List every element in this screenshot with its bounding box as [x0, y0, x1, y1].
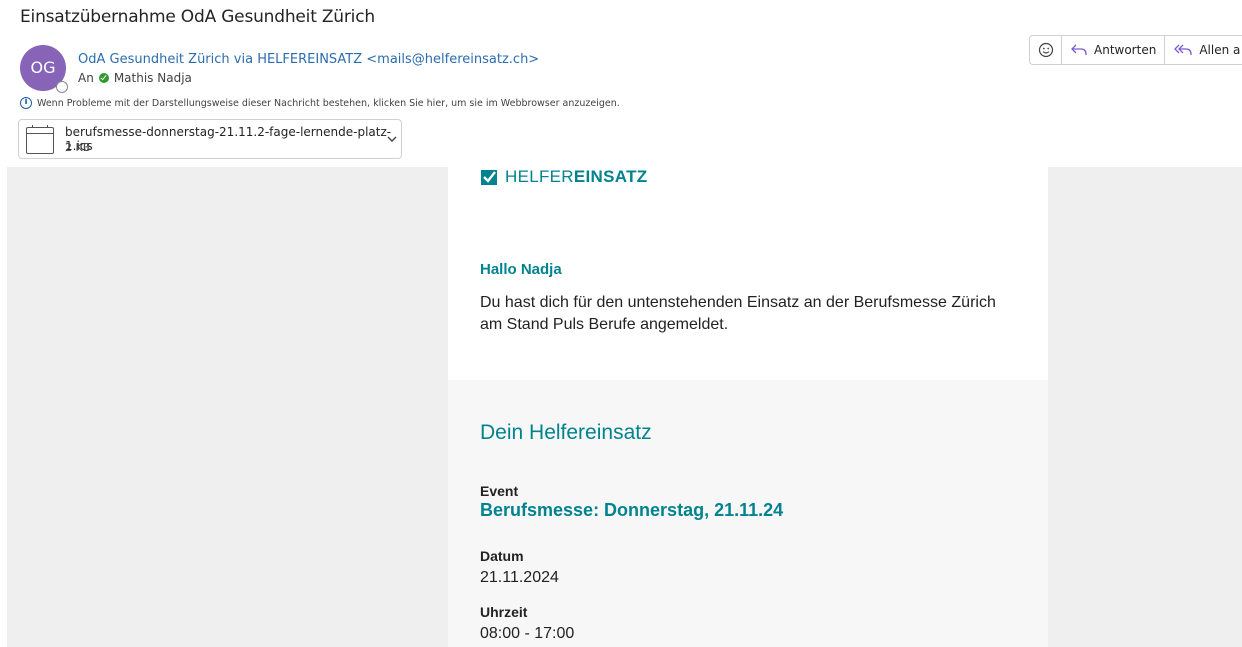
attachment-name: berufsmesse-donnerstag-21.11.2-fage-lern… — [65, 125, 392, 153]
info-icon: i — [20, 97, 32, 109]
chevron-down-icon[interactable] — [385, 132, 399, 146]
event-label: Event — [480, 483, 519, 499]
message-toolbar: Antworten Allen a — [1029, 35, 1242, 65]
date-label: Datum — [480, 548, 524, 564]
greeting: Hallo Nadja — [480, 261, 562, 278]
date-value: 21.11.2024 — [480, 569, 559, 586]
reply-button[interactable]: Antworten — [1062, 36, 1166, 64]
email-subject: Einsatzübernahme OdA Gesundheit Zürich — [20, 7, 375, 27]
presence-icon — [56, 81, 68, 93]
reply-all-label: Allen a — [1199, 43, 1241, 57]
reaction-button[interactable] — [1030, 36, 1062, 64]
section-title: Dein Helfereinsatz — [480, 421, 652, 444]
sender-avatar[interactable]: OG — [20, 45, 68, 93]
recipient-name[interactable]: Mathis Nadja — [114, 71, 192, 85]
time-label: Uhrzeit — [480, 604, 528, 620]
reply-icon — [1071, 44, 1087, 55]
available-status-icon — [98, 73, 109, 83]
reply-all-button[interactable]: Allen a — [1165, 36, 1242, 64]
logo-check-icon — [481, 170, 497, 185]
logo-bold-text: EINSATZ — [573, 167, 648, 186]
logo-light-text: HELFER — [505, 167, 574, 186]
recipients-line: An Mathis Nadja — [78, 71, 192, 85]
to-label: An — [78, 71, 94, 85]
attachment-size: 2 KB — [65, 141, 91, 154]
attachment-card[interactable]: berufsmesse-donnerstag-21.11.2-fage-lern… — [18, 119, 402, 159]
event-value: Berufsmesse: Donnerstag, 21.11.24 — [480, 500, 784, 520]
reply-label: Antworten — [1094, 43, 1157, 57]
emoji-icon — [1038, 42, 1053, 58]
sender-name[interactable]: OdA Gesundheit Zürich via HELFEREINSATZ … — [78, 52, 539, 67]
avatar-initials: OG — [30, 58, 56, 77]
info-bar[interactable]: i Wenn Probleme mit der Darstellungsweis… — [20, 97, 620, 109]
time-value: 08:00 - 17:00 — [480, 625, 575, 642]
intro-text: Du hast dich für den untenstehenden Eins… — [480, 294, 996, 333]
reply-all-icon — [1174, 44, 1192, 55]
helfereinsatz-logo[interactable]: HELFEREINSATZ — [480, 167, 647, 187]
logo-wordmark: HELFEREINSATZ — [505, 167, 647, 187]
info-message[interactable]: Wenn Probleme mit der Darstellungsweise … — [37, 98, 620, 109]
calendar-icon — [26, 125, 54, 154]
